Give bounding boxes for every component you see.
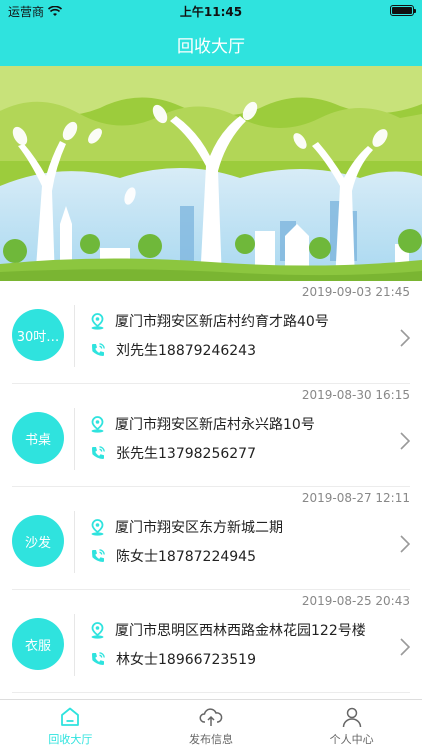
phone-icon — [92, 446, 105, 459]
tab-label: 回收大厅 — [48, 733, 93, 746]
phone-icon — [92, 549, 105, 562]
order-date: 2019-08-30 16:15 — [301, 388, 410, 402]
chevron-right-icon[interactable] — [400, 535, 410, 553]
divider — [74, 305, 75, 367]
divider — [74, 511, 75, 573]
contact-text: 刘先生18879246243 — [116, 343, 256, 359]
category-badge: 30吋… — [12, 309, 64, 361]
order-card[interactable]: 2019-08-25 20:43 衣服 厦门市思明区西林西路金林花园122号楼 … — [12, 590, 410, 693]
order-date: 2019-08-27 12:11 — [301, 491, 410, 505]
banner-image — [0, 66, 422, 281]
page-title: 回收大厅 — [177, 37, 245, 57]
contact-text: 陈女士18787224945 — [116, 549, 256, 565]
chevron-right-icon[interactable] — [400, 638, 410, 656]
paper-cut-forest-illustration — [0, 66, 422, 281]
address-text: 厦门市翔安区东方新城二期 — [115, 520, 283, 536]
divider — [74, 408, 75, 470]
location-pin-icon — [91, 415, 104, 433]
top-header: 运营商 上午11:45 回收大厅 — [0, 0, 422, 66]
status-bar: 运营商 上午11:45 — [0, 0, 422, 22]
status-time: 上午11:45 — [179, 5, 243, 19]
person-icon — [342, 707, 361, 728]
phone-icon — [92, 343, 105, 356]
order-date: 2019-09-03 21:45 — [301, 285, 410, 299]
order-date: 2019-08-25 20:43 — [301, 594, 410, 608]
tab-label: 个人中心 — [329, 733, 374, 746]
address-row: 厦门市翔安区东方新城二期 — [90, 517, 386, 537]
battery-icon — [390, 5, 416, 16]
address-text: 厦门市翔安区新店村永兴路10号 — [115, 417, 315, 433]
category-badge: 衣服 — [12, 618, 64, 670]
contact-text: 张先生13798256277 — [116, 446, 256, 462]
address-row: 厦门市思明区西林西路金林花园122号楼 — [90, 620, 386, 640]
location-pin-icon — [91, 312, 104, 330]
order-card[interactable]: 2019-08-30 16:15 书桌 厦门市翔安区新店村永兴路10号 张先生1… — [12, 384, 410, 487]
chevron-right-icon[interactable] — [400, 432, 410, 450]
order-list: 2019-09-03 21:45 30吋… 厦门市翔安区新店村约育才路40号 刘… — [0, 281, 422, 699]
category-badge: 沙发 — [12, 515, 64, 567]
order-card[interactable]: 2019-08-27 12:11 沙发 厦门市翔安区东方新城二期 陈女士1878… — [12, 487, 410, 590]
cloud-upload-icon — [199, 708, 223, 726]
address-text: 厦门市翔安区新店村约育才路40号 — [115, 314, 329, 330]
contact-row: 刘先生18879246243 — [90, 340, 386, 360]
phone-icon — [92, 652, 105, 665]
location-pin-icon — [91, 518, 104, 536]
contact-row: 陈女士18787224945 — [90, 546, 386, 566]
address-row: 厦门市翔安区新店村永兴路10号 — [90, 414, 386, 434]
category-badge: 书桌 — [12, 412, 64, 464]
address-row: 厦门市翔安区新店村约育才路40号 — [90, 311, 386, 331]
location-pin-icon — [91, 621, 104, 639]
tab-recycle-hall[interactable]: 回收大厅 — [0, 700, 141, 750]
divider — [74, 614, 75, 676]
contact-row: 张先生13798256277 — [90, 443, 386, 463]
tab-label: 发布信息 — [189, 733, 233, 746]
home-icon — [61, 707, 80, 726]
tab-bar: 回收大厅 发布信息 个人中心 — [0, 699, 422, 750]
contact-text: 林女士18966723519 — [116, 652, 256, 668]
contact-row: 林女士18966723519 — [90, 649, 386, 669]
address-text: 厦门市思明区西林西路金林花园122号楼 — [115, 623, 366, 639]
order-card[interactable]: 2019-09-03 21:45 30吋… 厦门市翔安区新店村约育才路40号 刘… — [12, 281, 410, 384]
tab-profile[interactable]: 个人中心 — [281, 700, 422, 750]
chevron-right-icon[interactable] — [400, 329, 410, 347]
tab-publish[interactable]: 发布信息 — [141, 700, 282, 750]
